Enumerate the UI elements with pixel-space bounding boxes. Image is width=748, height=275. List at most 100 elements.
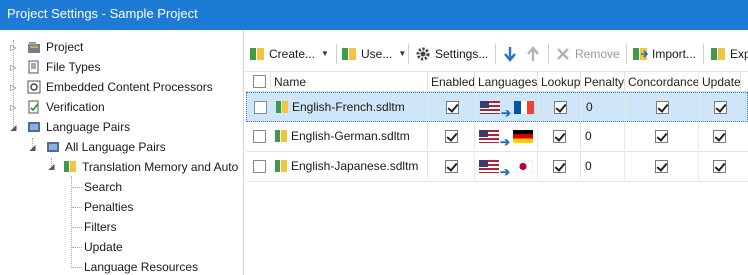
column-header-enabled[interactable]: Enabled xyxy=(428,72,475,92)
germany-flag-icon xyxy=(513,130,533,143)
import-button[interactable]: Import... xyxy=(632,42,696,66)
tree-item-label: Penalties xyxy=(84,200,134,214)
tm-grid: Name Enabled Languages Lookup Penalty Co… xyxy=(246,72,748,182)
tree-item-label: Filters xyxy=(84,220,117,234)
name-cell: English-French.sdltm xyxy=(272,93,429,121)
column-header-name[interactable]: Name xyxy=(271,72,428,92)
remove-label: Remove xyxy=(575,47,620,61)
france-flag-icon xyxy=(514,101,534,114)
create-label: Create... xyxy=(269,47,316,61)
tree-item-penalties[interactable]: Penalties xyxy=(84,197,234,217)
concordance-checkbox[interactable] xyxy=(656,101,669,114)
lookup-checkbox[interactable] xyxy=(554,101,567,114)
enabled-checkbox[interactable] xyxy=(445,160,458,173)
concordance-cell xyxy=(625,152,699,180)
penalty-cell[interactable]: 0 xyxy=(581,122,625,150)
update-checkbox[interactable] xyxy=(713,130,726,143)
tree-item-update[interactable]: Update xyxy=(84,237,234,257)
collapse-arrow-icon[interactable]: ◢ xyxy=(9,123,18,132)
column-header-concordance[interactable]: Concordance xyxy=(625,72,699,92)
tree-item-all-language-pairs[interactable]: ◢ All Language Pairs xyxy=(0,137,240,157)
export-icon xyxy=(711,48,725,60)
tree-item-language-resources[interactable]: Language Resources xyxy=(84,257,234,275)
tree-item-embedded-content-processors[interactable]: ▷ Embedded Content Processors xyxy=(0,77,240,97)
grid-header: Name Enabled Languages Lookup Penalty Co… xyxy=(246,72,748,92)
collapse-arrow-icon[interactable]: ◢ xyxy=(47,162,56,171)
settings-tree: ▷ Project ▷ File Types ▷ Embedded Conten… xyxy=(0,30,244,275)
table-row[interactable]: English-German.sdltm ➔ 0 xyxy=(246,122,748,152)
tree-guide-line xyxy=(72,227,82,228)
create-button[interactable]: Create... ▼ xyxy=(249,42,329,66)
export-button[interactable]: Exp xyxy=(710,42,748,66)
tree-item-file-types[interactable]: ▷ File Types xyxy=(0,57,240,77)
gear-icon xyxy=(416,47,430,61)
arrow-right-icon: ➔ xyxy=(500,165,511,179)
row-select-checkbox[interactable] xyxy=(253,160,266,173)
update-checkbox[interactable] xyxy=(713,160,726,173)
use-button[interactable]: Use... ▼ xyxy=(341,42,406,66)
enabled-checkbox[interactable] xyxy=(445,130,458,143)
concordance-cell xyxy=(625,122,699,150)
move-up-button[interactable] xyxy=(525,42,545,66)
tree-item-label: All Language Pairs xyxy=(65,140,166,154)
column-header-lookup[interactable]: Lookup xyxy=(538,72,581,92)
enabled-cell xyxy=(429,93,476,121)
tree-item-language-pairs[interactable]: ◢ Language Pairs xyxy=(0,117,240,137)
tree-item-translation-memory[interactable]: ◢ Translation Memory and Auto xyxy=(46,157,242,177)
update-cell xyxy=(699,152,741,180)
toolbar-separator xyxy=(548,44,549,64)
lookup-checkbox[interactable] xyxy=(553,160,566,173)
japan-flag-icon xyxy=(513,160,533,173)
tm-name: English-French.sdltm xyxy=(292,100,405,114)
row-select-checkbox[interactable] xyxy=(253,130,266,143)
tree-item-label: Language Resources xyxy=(84,260,199,274)
select-all-checkbox[interactable] xyxy=(253,75,266,88)
tree-item-label: Project xyxy=(46,40,84,54)
column-header-languages[interactable]: Languages xyxy=(475,72,538,92)
chevron-down-icon[interactable]: ▼ xyxy=(398,42,406,66)
export-label: Exp xyxy=(730,47,748,61)
tree-item-label: Language Pairs xyxy=(46,120,131,134)
project-icon xyxy=(28,42,40,53)
enabled-cell xyxy=(428,152,475,180)
column-header-update[interactable]: Update xyxy=(699,72,741,92)
select-all-cell xyxy=(246,72,271,92)
tree-item-label: Verification xyxy=(46,100,105,114)
table-row[interactable]: English-Japanese.sdltm ➔ 0 xyxy=(246,152,748,182)
tree-item-verification[interactable]: ▷ Verification xyxy=(0,97,240,117)
expand-arrow-icon[interactable]: ▷ xyxy=(9,103,18,112)
languages-cell: ➔ xyxy=(475,152,538,180)
concordance-checkbox[interactable] xyxy=(655,160,668,173)
lookup-checkbox[interactable] xyxy=(553,130,566,143)
toolbar-separator xyxy=(336,44,337,64)
arrow-down-icon xyxy=(504,47,516,62)
tree-item-search[interactable]: Search xyxy=(84,177,234,197)
expand-arrow-icon[interactable]: ▷ xyxy=(9,63,18,72)
collapse-arrow-icon[interactable]: ◢ xyxy=(28,143,37,152)
penalty-cell[interactable]: 0 xyxy=(582,93,626,121)
tree-item-label: Embedded Content Processors xyxy=(46,80,213,94)
name-cell: English-Japanese.sdltm xyxy=(271,152,428,180)
penalty-cell[interactable]: 0 xyxy=(581,152,625,180)
tree-item-project[interactable]: ▷ Project xyxy=(0,37,240,57)
tree-item-filters[interactable]: Filters xyxy=(84,217,234,237)
use-label: Use... xyxy=(361,47,393,61)
concordance-checkbox[interactable] xyxy=(655,130,668,143)
move-down-button[interactable] xyxy=(502,42,522,66)
expand-arrow-icon[interactable]: ▷ xyxy=(9,83,18,92)
tm-name: English-Japanese.sdltm xyxy=(291,159,419,173)
enabled-checkbox[interactable] xyxy=(446,101,459,114)
update-checkbox[interactable] xyxy=(714,101,727,114)
tree-item-label: Update xyxy=(84,240,123,254)
languages-cell: ➔ xyxy=(476,93,539,121)
verification-icon xyxy=(28,100,39,114)
language-pairs-icon xyxy=(47,142,59,152)
translation-memory-icon xyxy=(64,161,76,172)
settings-button[interactable]: Settings... xyxy=(415,42,488,66)
table-row[interactable]: English-French.sdltm ➔ 0 xyxy=(246,92,748,122)
remove-button[interactable]: Remove xyxy=(555,42,620,66)
row-select-checkbox[interactable] xyxy=(254,101,267,114)
chevron-down-icon[interactable]: ▼ xyxy=(321,42,329,66)
expand-arrow-icon[interactable]: ▷ xyxy=(9,43,18,52)
column-header-penalty[interactable]: Penalty xyxy=(581,72,625,92)
